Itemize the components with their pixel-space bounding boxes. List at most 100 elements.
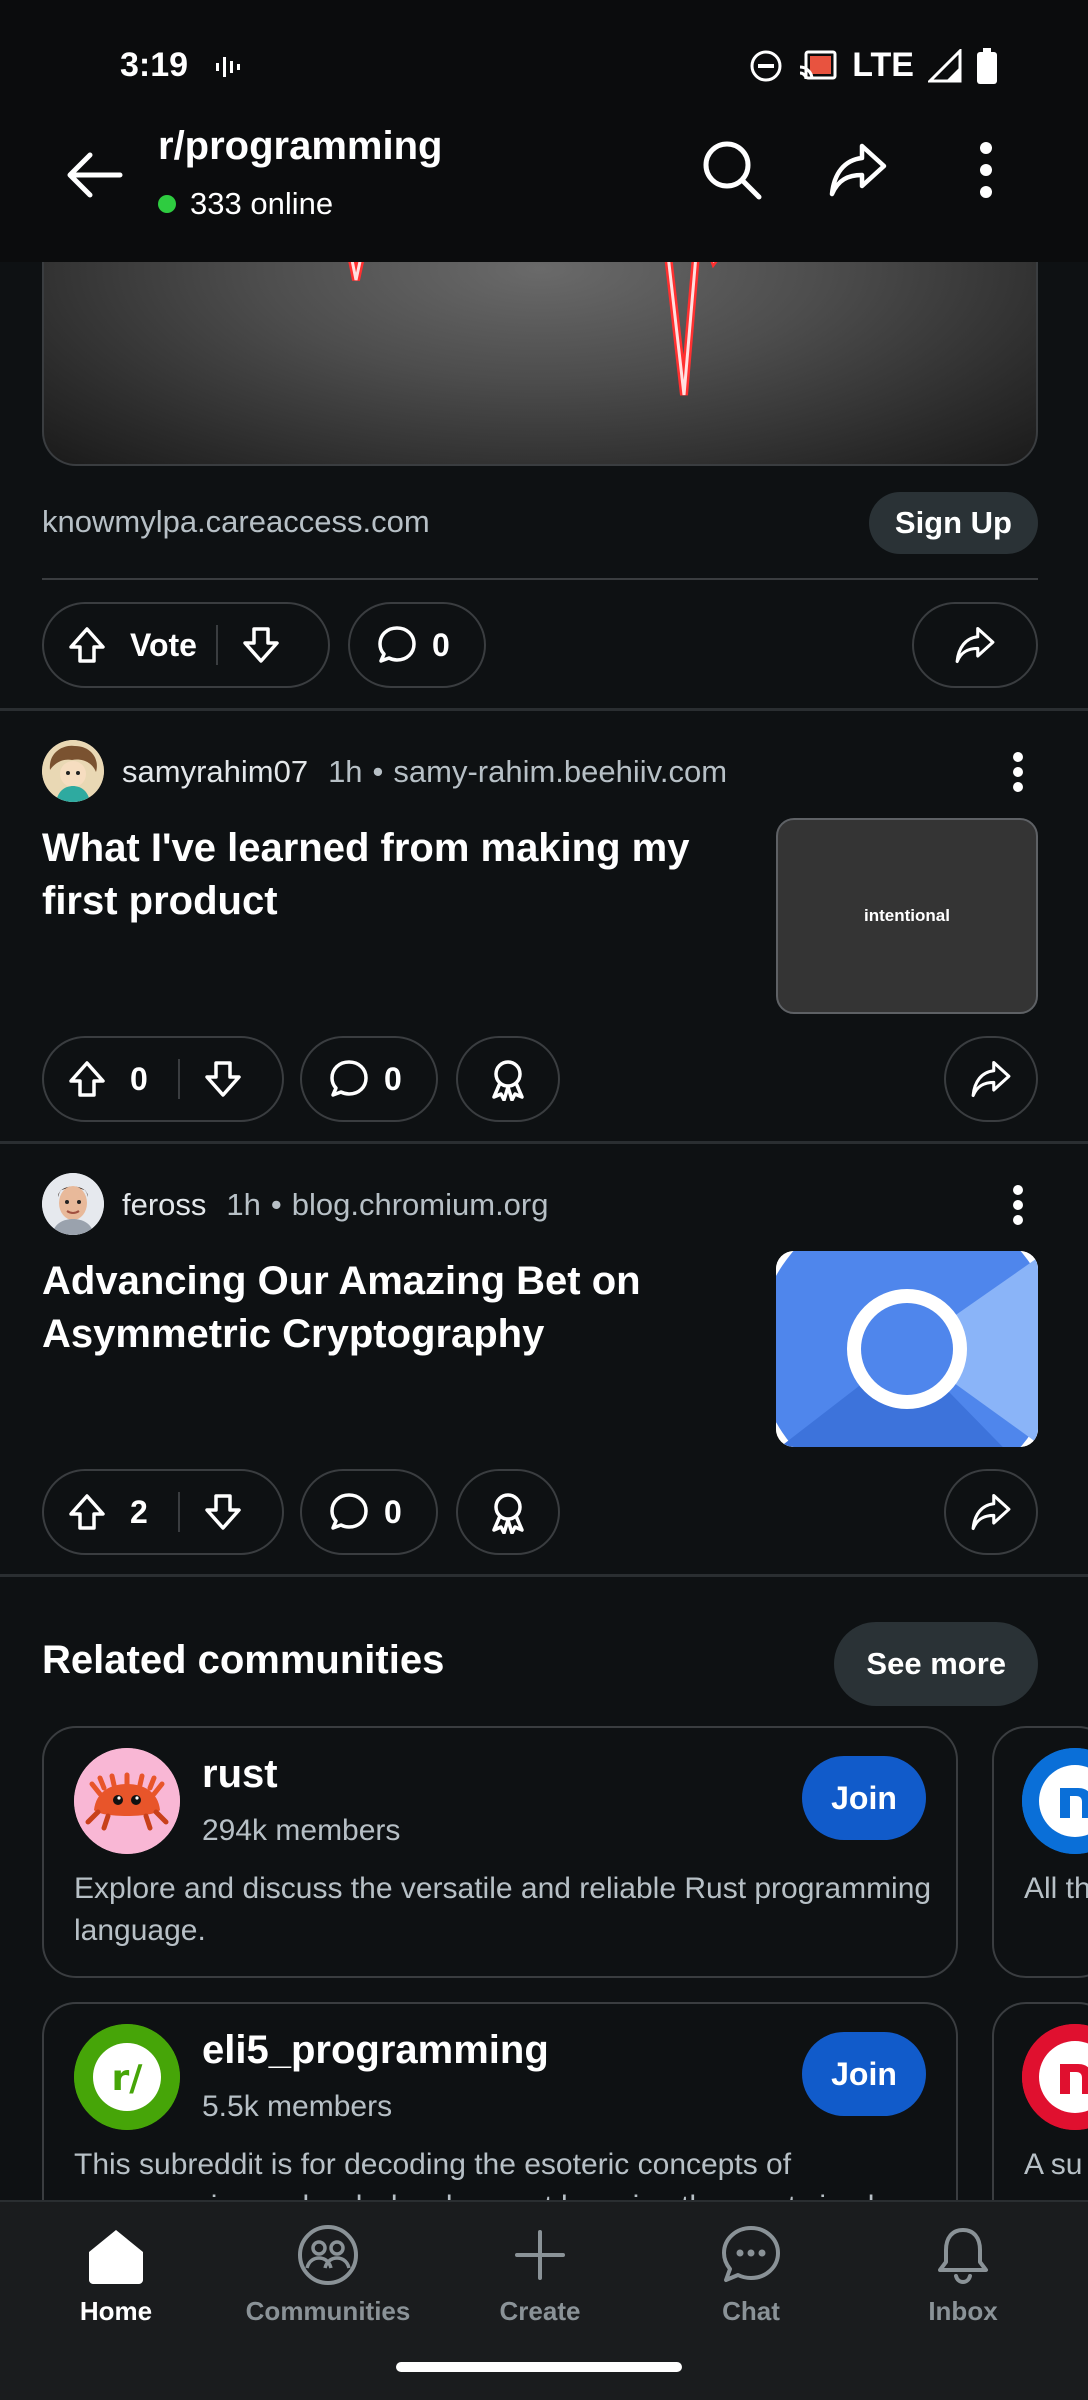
back-button[interactable] (60, 140, 130, 210)
network-type: LTE (852, 46, 914, 84)
upvote-button[interactable] (44, 1036, 130, 1122)
post-domain[interactable]: samy-rahim.beehiiv.com (393, 754, 727, 790)
award-icon (492, 1493, 524, 1534)
award-icon (492, 1060, 524, 1101)
downvote-button[interactable] (218, 602, 304, 688)
comment-icon (330, 1060, 368, 1097)
avatar-text: r/ (112, 2058, 144, 2099)
post-thumbnail[interactable] (776, 1251, 1038, 1447)
feed-separator (0, 1574, 1088, 1577)
award-button[interactable] (456, 1036, 560, 1122)
share-icon (971, 1060, 1011, 1098)
join-button[interactable]: Join (802, 1756, 926, 1840)
community-members: 5.5k members (202, 2090, 393, 2123)
communities-icon (298, 2225, 358, 2285)
community-description-partial: A su (1024, 2148, 1083, 2181)
join-button[interactable]: Join (802, 2032, 926, 2116)
cast-icon (800, 50, 837, 79)
share-post-button[interactable] (944, 1036, 1038, 1122)
community-logo-icon (1022, 2024, 1088, 2130)
comment-count: 0 (432, 626, 450, 663)
chromium-logo-icon (776, 1251, 1038, 1447)
upvote-arrow-icon (69, 1494, 105, 1530)
upvote-button[interactable] (44, 1469, 130, 1555)
chat-icon (722, 2226, 780, 2282)
plus-icon (515, 2230, 565, 2280)
post-meta: feross 1h • blog.chromium.org (122, 1187, 558, 1223)
comment-button[interactable]: 0 (348, 602, 486, 688)
post-options-button[interactable] (988, 742, 1048, 802)
nav-communities[interactable]: Communities (228, 2222, 428, 2327)
nav-label: Create (499, 2296, 581, 2326)
share-icon (971, 1493, 1011, 1531)
more-vertical-icon (980, 142, 992, 198)
community-avatar (1022, 1748, 1088, 1854)
upvote-arrow-icon (69, 627, 105, 663)
arrow-left-icon (67, 152, 123, 198)
post-title[interactable]: What I've learned from making my first p… (42, 822, 722, 928)
vote-pill: 0 (42, 1036, 284, 1122)
upvote-button[interactable] (44, 602, 130, 688)
comment-icon (330, 1493, 368, 1530)
community-avatar: r/ (74, 2024, 180, 2130)
vote-label: Vote (130, 626, 197, 663)
do-not-disturb-icon (750, 50, 782, 81)
downvote-button[interactable] (180, 1469, 266, 1555)
ferris-crab-icon (74, 1748, 180, 1854)
community-card-peek[interactable]: All th (992, 1726, 1088, 1978)
post-options-button[interactable] (988, 1175, 1048, 1235)
ad-domain[interactable]: knowmylpa.careaccess.com (42, 504, 430, 540)
award-button[interactable] (456, 1469, 560, 1555)
comment-button[interactable]: 0 (300, 1469, 438, 1555)
thumbnail-text: intentional (864, 906, 950, 925)
status-bar: 3:19 LTE (0, 0, 1088, 128)
share-button[interactable] (818, 130, 898, 210)
bell-icon (938, 2228, 988, 2285)
online-count: 333 online (190, 186, 334, 221)
avatar[interactable] (42, 1173, 104, 1235)
post-score: 2 (130, 1493, 148, 1530)
home-indicator[interactable] (396, 2362, 682, 2372)
downvote-arrow-icon (205, 1061, 241, 1097)
search-button[interactable] (692, 130, 772, 210)
community-avatar (1022, 2024, 1088, 2130)
divider (42, 578, 1038, 580)
meta-separator: • (270, 1187, 282, 1222)
community-card-rust[interactable]: rust 294k members Join Explore and discu… (42, 1726, 958, 1978)
share-post-button[interactable] (912, 602, 1038, 688)
vote-pill: Vote (42, 602, 330, 688)
meta-separator: • (372, 754, 384, 789)
user-avatar-icon (42, 740, 104, 802)
comment-button[interactable]: 0 (300, 1036, 438, 1122)
post-author[interactable]: feross (122, 1187, 206, 1223)
overflow-menu-button[interactable] (946, 130, 1026, 210)
related-communities-title: Related communities (42, 1638, 445, 1682)
subreddit-title[interactable]: r/programming (158, 124, 442, 169)
battery-icon (977, 47, 997, 84)
more-vertical-icon (1013, 1185, 1023, 1225)
feed-separator (0, 708, 1088, 711)
nav-inbox[interactable]: Inbox (863, 2222, 1063, 2327)
post-age: 1h (226, 1187, 261, 1222)
avatar[interactable] (42, 740, 104, 802)
comment-count: 0 (384, 1493, 402, 1530)
nav-create[interactable]: Create (440, 2222, 640, 2327)
sign-up-button[interactable]: Sign Up (868, 492, 1038, 554)
downvote-arrow-icon (243, 627, 279, 663)
post-age: 1h (328, 754, 363, 789)
share-post-button[interactable] (944, 1469, 1038, 1555)
community-logo-icon (1022, 1748, 1088, 1854)
post-domain[interactable]: blog.chromium.org (292, 1187, 549, 1223)
nav-label: Chat (722, 2296, 780, 2326)
post-title[interactable]: Advancing Our Amazing Bet on Asymmetric … (42, 1255, 722, 1361)
nav-home[interactable]: Home (16, 2222, 216, 2327)
post-author[interactable]: samyrahim07 (122, 754, 308, 790)
nav-label: Communities (245, 2296, 411, 2326)
vote-pill: 2 (42, 1469, 284, 1555)
post-thumbnail[interactable]: intentional (776, 818, 1038, 1014)
see-more-button[interactable]: See more (834, 1622, 1038, 1706)
sound-wave-icon (216, 57, 240, 77)
downvote-button[interactable] (180, 1036, 266, 1122)
nav-chat[interactable]: Chat (651, 2222, 851, 2327)
nav-label: Inbox (928, 2296, 998, 2326)
